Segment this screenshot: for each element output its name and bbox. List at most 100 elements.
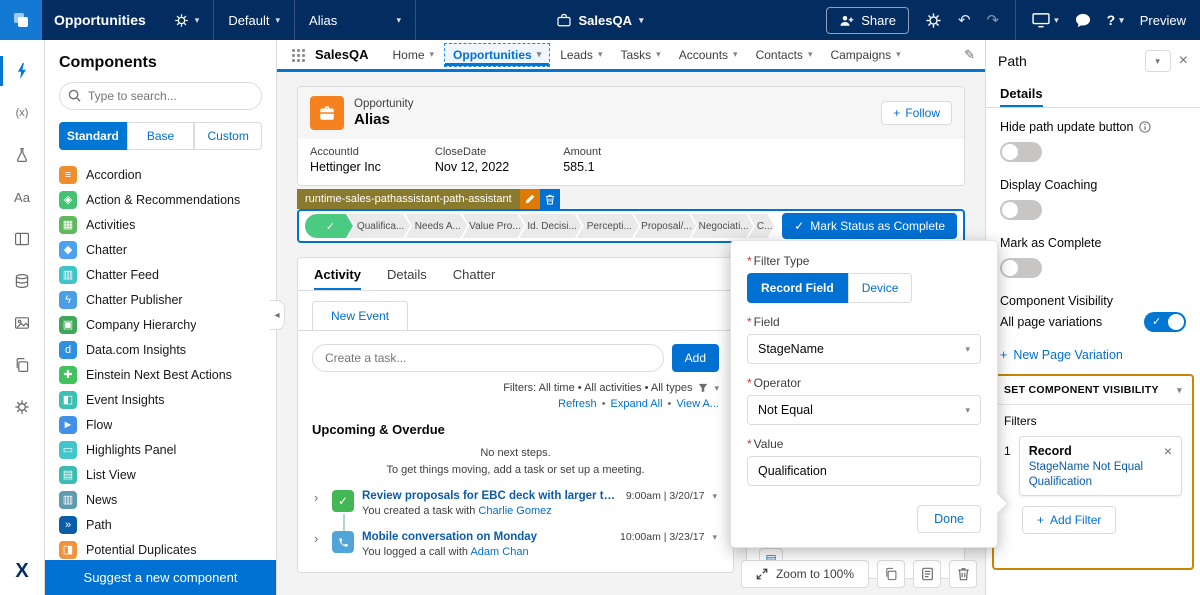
- edit-component-button[interactable]: [519, 189, 540, 209]
- app-selector[interactable]: SalesQA ▾: [556, 13, 644, 28]
- panel-menu-dropdown[interactable]: ▾: [1144, 50, 1171, 72]
- record-selector[interactable]: Alias ▾: [295, 0, 415, 40]
- nav-tab-leads[interactable]: Leads ▾: [552, 44, 610, 66]
- operator-select[interactable]: Not Equal ▾: [747, 395, 981, 425]
- done-button[interactable]: Done: [917, 505, 981, 533]
- path-stage[interactable]: Percepti...: [577, 214, 639, 238]
- task-title-link[interactable]: Review proposals for EBC deck with large…: [362, 490, 618, 502]
- visibility-filter-card[interactable]: Record × StageName Not Equal Qualificati…: [1018, 436, 1182, 496]
- nav-tab-campaigns[interactable]: Campaigns ▾: [822, 44, 908, 66]
- component-item[interactable]: ▭ Highlights Panel: [59, 437, 262, 462]
- component-item[interactable]: ϟ Chatter Publisher: [59, 287, 262, 312]
- mark-status-complete-button[interactable]: ✓ Mark Status as Complete: [782, 213, 957, 239]
- new-event-tab[interactable]: New Event: [312, 301, 409, 330]
- path-stage[interactable]: Value Pro...: [462, 214, 524, 238]
- component-item[interactable]: ◨ Potential Duplicates: [59, 537, 262, 560]
- page-variation-selector[interactable]: Default ▾: [214, 0, 294, 40]
- create-task-input[interactable]: [312, 344, 664, 372]
- formula-tool-button[interactable]: (x): [0, 92, 45, 134]
- expand-chevron-icon[interactable]: ›: [314, 490, 324, 517]
- expand-all-link[interactable]: Expand All: [611, 398, 663, 410]
- nav-tab-tasks[interactable]: Tasks ▾: [612, 44, 668, 66]
- layout-tool-button[interactable]: [0, 218, 45, 260]
- test-tool-button[interactable]: [0, 134, 45, 176]
- display-coaching-toggle[interactable]: [1000, 200, 1042, 220]
- app-launcher-icon[interactable]: [291, 47, 305, 62]
- tab-custom[interactable]: Custom: [194, 122, 263, 150]
- value-input[interactable]: [747, 456, 981, 486]
- share-button[interactable]: Share: [826, 6, 909, 34]
- preview-button[interactable]: Preview: [1140, 13, 1186, 28]
- brand-x-icon[interactable]: X: [15, 560, 28, 583]
- chevron-down-icon[interactable]: ▾: [712, 491, 717, 502]
- component-item[interactable]: ▤ List View: [59, 462, 262, 487]
- path-stage[interactable]: Proposal/...: [634, 214, 696, 238]
- text-style-button[interactable]: Aa: [0, 176, 45, 218]
- chevron-down-icon[interactable]: ▾: [714, 383, 719, 394]
- feedback-button[interactable]: [1075, 13, 1091, 28]
- delete-button[interactable]: [949, 560, 977, 588]
- task-title-link[interactable]: Mobile conversation on Monday: [362, 531, 612, 543]
- builder-settings-menu[interactable]: ▾: [160, 0, 214, 40]
- close-icon[interactable]: ×: [1179, 53, 1188, 69]
- new-page-variation-link[interactable]: + New Page Variation: [1000, 348, 1186, 362]
- component-item[interactable]: ◈ Action & Recommendations: [59, 187, 262, 212]
- refresh-link[interactable]: Refresh: [558, 398, 597, 410]
- info-icon[interactable]: [1139, 121, 1152, 133]
- all-page-variations-toggle[interactable]: [1144, 312, 1186, 332]
- component-item[interactable]: ≡ Accordion: [59, 162, 262, 187]
- tab-standard[interactable]: Standard: [59, 122, 127, 150]
- lightning-builder-button[interactable]: [0, 50, 45, 92]
- nav-tab-accounts[interactable]: Accounts ▾: [671, 44, 746, 66]
- component-item[interactable]: ▣ Company Hierarchy: [59, 312, 262, 337]
- path-component-selected[interactable]: ✓ Qualifica... Needs A... Value Pro... I…: [297, 209, 965, 243]
- builder-gear-button[interactable]: [925, 12, 942, 29]
- app-builder-logo-icon[interactable]: [0, 0, 42, 40]
- help-menu[interactable]: ? ▾: [1107, 12, 1124, 28]
- path-stage[interactable]: Qualifica...: [348, 214, 410, 238]
- undo-button[interactable]: ↶: [958, 11, 971, 29]
- nav-tab-home[interactable]: Home ▾: [384, 44, 442, 66]
- tab-details[interactable]: Details: [387, 258, 427, 290]
- pages-tool-button[interactable]: [0, 344, 45, 386]
- edit-nav-pencil-icon[interactable]: ✎: [964, 47, 975, 63]
- copy-button[interactable]: [877, 560, 905, 588]
- redo-button[interactable]: ↷: [987, 11, 1000, 29]
- zoom-button[interactable]: Zoom to 100%: [740, 560, 869, 588]
- remove-filter-icon[interactable]: ×: [1164, 444, 1172, 458]
- collapse-components-button[interactable]: ◂: [270, 300, 285, 330]
- settings-tool-button[interactable]: [0, 386, 45, 428]
- add-task-button[interactable]: Add: [671, 344, 719, 372]
- component-item[interactable]: ◆ Chatter: [59, 237, 262, 262]
- path-stage[interactable]: Negociati...: [691, 214, 753, 238]
- component-item[interactable]: ◧ Event Insights: [59, 387, 262, 412]
- components-search-input[interactable]: [59, 82, 262, 110]
- images-tool-button[interactable]: [0, 302, 45, 344]
- nav-tab-contacts[interactable]: Contacts ▾: [748, 44, 821, 66]
- record-field-option[interactable]: Record Field: [747, 273, 848, 303]
- path-stage-complete[interactable]: ✓: [305, 214, 353, 238]
- field-select[interactable]: StageName ▾: [747, 334, 981, 364]
- component-item[interactable]: d Data.com Insights: [59, 337, 262, 362]
- tab-base[interactable]: Base: [126, 122, 195, 150]
- delete-component-button[interactable]: [539, 189, 560, 209]
- contact-link[interactable]: Charlie Gomez: [478, 505, 551, 517]
- chevron-down-icon[interactable]: ▾: [712, 532, 717, 543]
- contact-link[interactable]: Adam Chan: [470, 546, 528, 558]
- expand-chevron-icon[interactable]: ›: [314, 531, 324, 558]
- hide-path-update-toggle[interactable]: [1000, 142, 1042, 162]
- tab-activity[interactable]: Activity: [314, 258, 361, 290]
- follow-button[interactable]: + Follow: [881, 101, 952, 125]
- add-filter-button[interactable]: + Add Filter: [1022, 506, 1117, 534]
- mark-as-complete-toggle[interactable]: [1000, 258, 1042, 278]
- component-item[interactable]: ▥ Chatter Feed: [59, 262, 262, 287]
- visibility-section-header[interactable]: SET COMPONENT VISIBILITY ▾: [994, 376, 1192, 405]
- path-stage[interactable]: Id. Decisi...: [520, 214, 582, 238]
- device-preview-selector[interactable]: ▾: [1032, 12, 1059, 28]
- data-tool-button[interactable]: [0, 260, 45, 302]
- view-all-link[interactable]: View A...: [676, 398, 719, 410]
- path-stage[interactable]: Needs A...: [405, 214, 467, 238]
- nav-tab-opportunities[interactable]: Opportunities ▾: [444, 42, 551, 67]
- paste-button[interactable]: [913, 560, 941, 588]
- component-item[interactable]: ▦ Activities: [59, 212, 262, 237]
